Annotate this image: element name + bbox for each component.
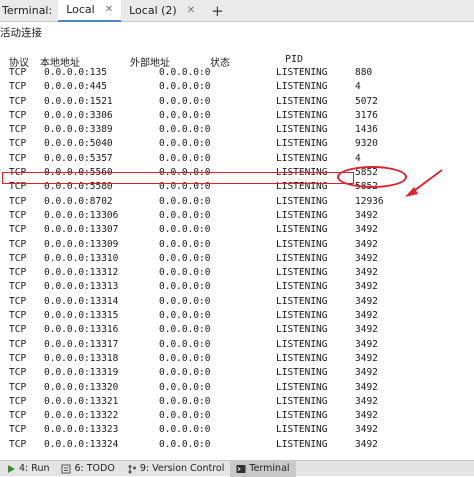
vcs-icon — [128, 464, 136, 473]
terminal-tab-bar: Terminal: Local ✕ Local (2) ✕ + — [0, 0, 474, 22]
todo-tool-button[interactable]: 6: TODO — [55, 461, 120, 477]
terminal-title: Terminal: — [2, 4, 53, 17]
close-icon[interactable]: ✕ — [105, 4, 113, 15]
tab-label: Local — [66, 3, 95, 16]
tool-window-bar: 4: Run 6: TODO 9: Version Control Termin… — [0, 460, 474, 477]
run-tool-button[interactable]: 4: Run — [0, 461, 55, 477]
add-tab-button[interactable]: + — [203, 2, 232, 20]
run-tool-label: 4: Run — [19, 463, 50, 474]
tab-local[interactable]: Local ✕ — [58, 0, 122, 22]
todo-icon — [61, 464, 71, 473]
version-control-tool-button[interactable]: 9: Version Control — [121, 461, 231, 477]
run-icon — [8, 464, 15, 473]
tab-label: Local (2) — [129, 4, 177, 17]
todo-tool-label: 6: TODO — [74, 463, 115, 474]
terminal-tool-label: Terminal — [249, 463, 290, 474]
terminal-icon — [236, 464, 246, 473]
close-icon[interactable]: ✕ — [187, 5, 195, 16]
version-control-tool-label: 9: Version Control — [139, 463, 225, 474]
annotation-arrow-icon — [405, 169, 443, 197]
terminal-output[interactable]: 活动连接 协议 本地地址 外部地址 状态 PID TCP 0.0.0.0:135 0… — [0, 22, 474, 458]
terminal-tool-button[interactable]: Terminal — [230, 460, 296, 477]
tab-local-2[interactable]: Local (2) ✕ — [121, 0, 203, 22]
